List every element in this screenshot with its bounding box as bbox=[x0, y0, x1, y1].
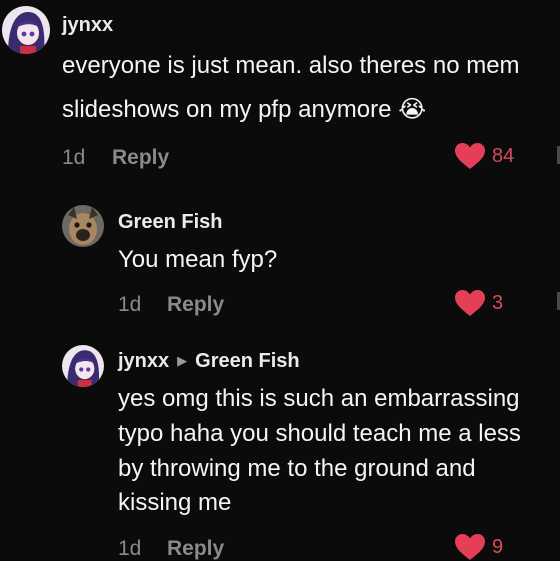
comment-age: 1d bbox=[118, 293, 142, 316]
play-triangle-icon: ▶ bbox=[177, 353, 188, 368]
comment-username[interactable]: jynxx bbox=[62, 14, 113, 37]
like-button[interactable]: 3 bbox=[454, 289, 503, 317]
reply-button[interactable]: Reply bbox=[112, 146, 169, 170]
comment-username[interactable]: jynxx bbox=[118, 350, 169, 372]
reply-button[interactable]: Reply bbox=[167, 293, 224, 317]
comment-text-line: slideshows on my pfp anymore 😭 bbox=[62, 93, 426, 128]
avatar[interactable] bbox=[62, 205, 104, 247]
reply-to-username[interactable]: Green Fish bbox=[195, 350, 299, 372]
crying-emoji: 😭 bbox=[398, 96, 427, 123]
like-count: 84 bbox=[492, 144, 515, 167]
avatar[interactable] bbox=[2, 6, 50, 54]
avatar[interactable] bbox=[62, 345, 104, 387]
heart-icon bbox=[455, 143, 485, 169]
like-button[interactable]: 9 bbox=[454, 533, 503, 561]
comment-text-line: typo haha you should teach me a less bbox=[118, 420, 521, 447]
comment-text-line: by throwing me to the ground and bbox=[118, 455, 476, 482]
comment-text: slideshows on my pfp anymore bbox=[62, 96, 392, 123]
comment-text-line: everyone is just mean. also theres no me… bbox=[62, 52, 520, 79]
reply-header: jynxx ▶ Green Fish bbox=[118, 350, 300, 373]
comment-age: 1d bbox=[62, 146, 86, 169]
comment-text-line: kissing me bbox=[118, 489, 232, 516]
comment-username[interactable]: Green Fish bbox=[118, 211, 222, 234]
reply-button[interactable]: Reply bbox=[167, 537, 224, 561]
comment-text-line: yes omg this is such an embarrassing bbox=[118, 385, 520, 412]
comment-age: 1d bbox=[118, 537, 142, 560]
comment-text-line: You mean fyp? bbox=[118, 246, 278, 273]
like-count: 3 bbox=[492, 291, 504, 314]
like-button[interactable]: 84 bbox=[454, 142, 514, 170]
like-count: 9 bbox=[492, 535, 504, 558]
heart-icon bbox=[455, 290, 485, 316]
heart-icon bbox=[455, 534, 485, 560]
